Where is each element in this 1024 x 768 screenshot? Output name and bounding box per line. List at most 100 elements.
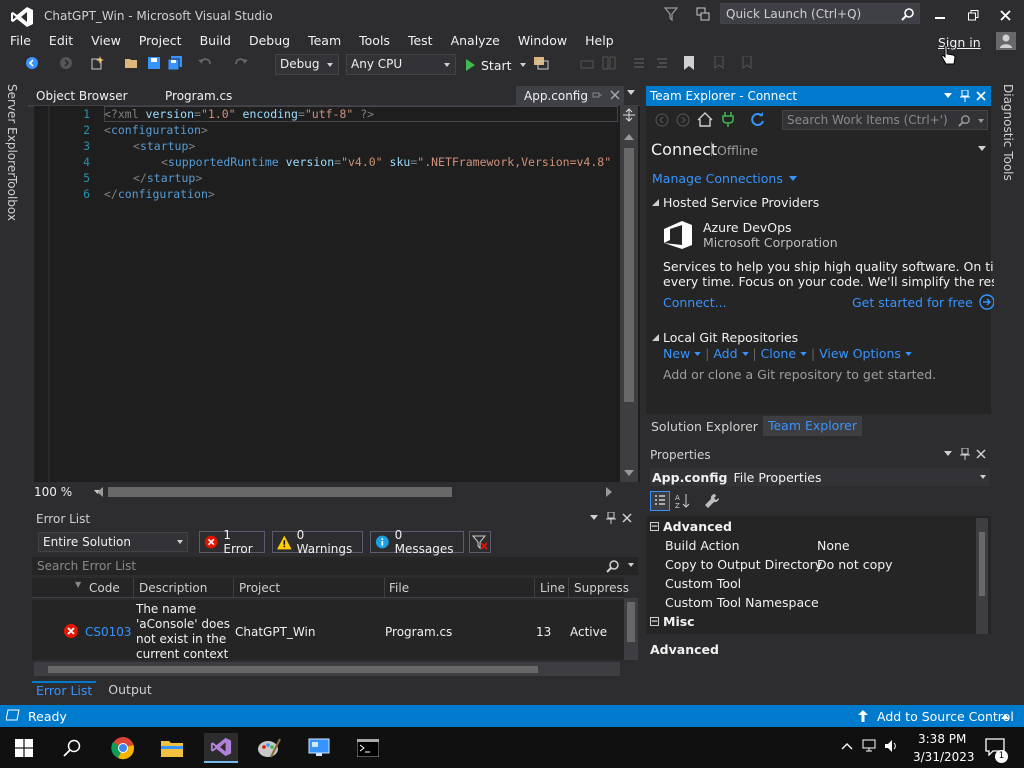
editor-horizontal-scroll-thumb[interactable] [108,487,452,497]
connect-link[interactable]: Connect... [663,295,727,310]
property-pages-button[interactable] [703,492,721,510]
bookmark-icon[interactable] [683,56,695,70]
editor-scroll-thumb[interactable] [624,148,634,402]
column-separator[interactable] [133,578,134,598]
chrome-icon[interactable] [107,733,139,763]
toolbox-tab[interactable]: Toolbox [5,176,19,221]
bookmark-next-icon[interactable] [740,56,754,70]
error-list-horizontal-thumb[interactable] [48,666,538,673]
tab-output[interactable]: Output [108,682,151,697]
column-project[interactable]: Project [239,581,280,595]
menu-debug[interactable]: Debug [239,31,298,51]
pin-tab-icon[interactable] [592,90,602,100]
code-line[interactable]: <?xml version="1.0" encoding="utf-8" ?> [104,107,374,121]
forward-icon[interactable] [676,113,690,127]
undo-icon[interactable] [197,56,213,70]
code-line[interactable]: </configuration> [104,187,215,201]
server-explorer-tab[interactable]: Server Explorer [5,84,19,177]
pin-icon[interactable] [606,512,616,524]
toolbar-option-icon[interactable] [602,56,616,70]
windows-start-icon[interactable] [8,733,40,763]
tab-program-cs[interactable]: Program.cs [157,86,240,106]
column-file[interactable]: File [389,581,409,595]
tab-object-browser[interactable]: Object Browser [28,86,136,106]
scroll-down-icon[interactable] [624,470,634,476]
pin-icon[interactable] [960,448,970,460]
property-name[interactable]: Copy to Output Directory [665,557,822,572]
close-window-button[interactable] [990,4,1020,26]
menu-team[interactable]: Team [298,31,349,51]
menu-analyze[interactable]: Analyze [441,31,508,51]
bookmark-prev-icon[interactable] [712,56,726,70]
close-icon[interactable] [976,449,986,459]
close-icon[interactable] [622,513,632,523]
git-view-options-link[interactable]: View Options [819,346,901,361]
column-description[interactable]: Description [139,581,207,595]
toolbar-option-icon[interactable] [580,56,594,70]
home-icon[interactable] [697,112,713,127]
menu-test[interactable]: Test [398,31,441,51]
remote-desktop-icon[interactable] [303,733,335,763]
properties-object-selector[interactable]: App.config File Properties [650,468,990,486]
page-menu-dropdown[interactable] [978,146,986,151]
code-line[interactable]: </startup> [133,171,202,185]
menu-edit[interactable]: Edit [39,31,81,51]
minimize-button[interactable] [925,4,955,26]
network-icon[interactable] [862,739,880,753]
visual-studio-taskbar-icon[interactable] [204,733,238,763]
taskbar-clock-date[interactable]: 3/31/2023 [913,750,975,764]
git-new-link[interactable]: New [663,346,690,361]
pin-icon[interactable] [960,90,970,102]
split-window-icon[interactable] [622,108,636,122]
uncomment-icon[interactable] [655,56,669,70]
zoom-dropdown[interactable]: 100 % [34,484,102,500]
property-name[interactable]: Build Action [665,538,740,553]
menu-window[interactable]: Window [508,31,575,51]
solution-platform-dropdown[interactable]: Any CPU [346,54,456,75]
comment-out-icon[interactable] [632,56,646,70]
menu-build[interactable]: Build [190,31,239,51]
search-icon[interactable] [56,733,88,763]
menu-help[interactable]: Help [575,31,622,51]
tab-solution-explorer[interactable]: Solution Explorer [646,419,763,434]
window-position-icon[interactable] [944,93,952,99]
navigate-forward-icon[interactable] [59,56,73,70]
close-tab-icon[interactable] [610,90,620,100]
hosted-providers-section-header[interactable]: Hosted Service Providers [652,195,819,210]
error-code-link[interactable]: CS0103 [85,625,132,639]
paint-app-icon[interactable] [253,733,285,763]
menu-view[interactable]: View [81,31,129,51]
search-work-items-input[interactable]: Search Work Items (Ctrl+') [782,110,988,130]
property-value[interactable]: Do not copy [817,557,893,572]
save-all-icon[interactable] [167,56,183,70]
scroll-right-icon[interactable] [606,487,612,497]
menu-file[interactable]: File [0,31,39,51]
window-position-icon[interactable] [944,451,952,457]
tab-overflow-dropdown[interactable] [627,90,635,96]
start-debugging-button[interactable]: Start [465,55,526,75]
open-file-icon[interactable] [124,56,140,70]
taskbar-clock-time[interactable]: 3:38 PM [918,732,966,746]
get-started-link[interactable]: Get started for free [852,294,995,310]
column-line[interactable]: Line [540,581,565,595]
column-separator[interactable] [568,578,569,598]
redo-icon[interactable] [233,56,249,70]
diagnostic-tools-tab[interactable]: Diagnostic Tools [1001,84,1015,181]
property-name[interactable]: Custom Tool Namespace [665,595,819,610]
property-name[interactable]: Custom Tool [665,576,741,591]
refresh-icon[interactable] [750,112,765,127]
manage-connections-link[interactable]: Manage Connections [652,171,797,186]
scroll-up-icon[interactable] [624,134,634,140]
quick-launch-box[interactable]: Quick Launch (Ctrl+Q) [720,3,920,24]
restore-button[interactable] [958,4,988,26]
messages-filter-button[interactable]: 0 Messages [370,528,464,556]
browser-link-icon[interactable] [533,56,551,70]
column-code[interactable]: Code [89,581,120,595]
tab-team-explorer[interactable]: Team Explorer [762,416,863,436]
save-icon[interactable] [147,56,161,70]
error-scope-dropdown[interactable]: Entire Solution [38,532,188,552]
code-line[interactable]: <startup> [133,139,195,153]
column-separator[interactable] [534,578,535,598]
close-icon[interactable] [976,91,986,101]
column-suppression[interactable]: Suppress [574,581,629,595]
